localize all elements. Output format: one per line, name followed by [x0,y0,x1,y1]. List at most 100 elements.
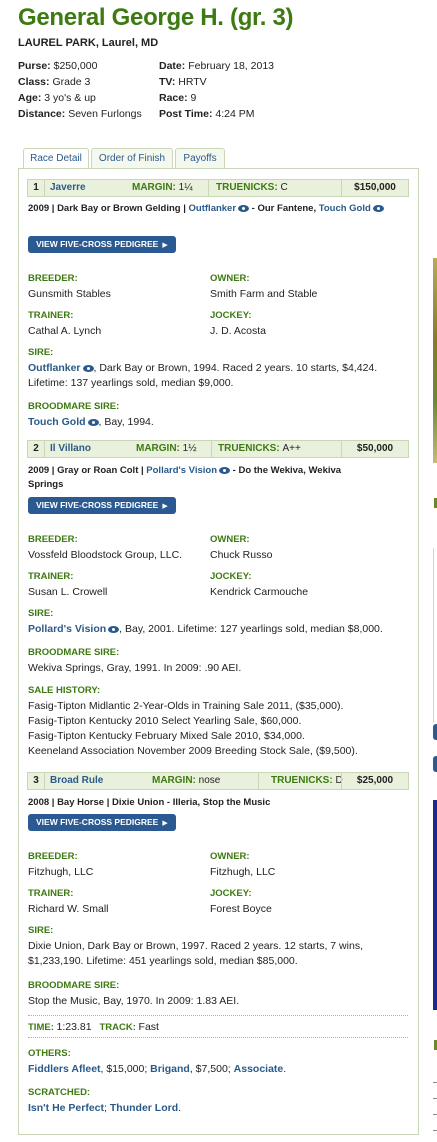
arrow-right-icon: ▶ [162,820,168,827]
divider [211,441,212,457]
horse-bar: 2 Il Villano MARGIN: 1½ TRUENICKS: A++ $… [27,440,409,458]
purse-earned: $50,000 [341,441,408,457]
sire-link[interactable]: Pollard's Vision [28,623,106,635]
trainer-value: Richard W. Small [28,903,109,915]
truenicks: TRUENICKS: D [271,775,343,786]
broodmare-sire-link[interactable]: Touch Gold [28,416,86,428]
broodmare-sire-label: BROODMARE SIRE: [28,980,120,991]
race-number-info: Race: 9 [159,92,197,104]
trainer-label: TRAINER: [28,310,74,321]
track-location: LAUREL PARK, Laurel, MD [18,37,159,49]
sidebar-panel [433,548,437,723]
track-condition: Fast [138,1021,159,1033]
eye-icon[interactable] [219,467,231,474]
finish-position: 2 [28,441,45,457]
purse-earned: $150,000 [341,180,408,196]
tab-payoffs[interactable]: Payoffs [175,148,225,169]
age-info: Age: 3 yo's & up [18,92,96,104]
others-label: OTHERS: [28,1048,71,1059]
final-time: 1:23.81 [56,1021,92,1033]
other-horse-link[interactable]: Fiddlers Afleet [28,1063,101,1075]
list-bullet [433,1082,437,1083]
sale-history-label: SALE HISTORY: [28,685,101,696]
horse-bar: 3 Broad Rule MARGIN: nose TRUENICKS: D $… [27,772,409,790]
tv-info: TV: HRTV [159,76,207,88]
other-horse-link[interactable]: Associate [234,1063,284,1075]
owner-label: OWNER: [210,534,250,545]
breeder-label: BREEDER: [28,273,78,284]
broodmare-sire-label: BROODMARE SIRE: [28,401,120,412]
eye-icon[interactable] [82,365,94,372]
eye-icon[interactable] [108,626,120,633]
owner-value: Fitzhugh, LLC [210,866,276,878]
scratched-horse-link[interactable]: Isn't He Perfect [28,1102,104,1114]
sire-details: Outflanker, Dark Bay or Brown, 1994. Rac… [28,362,378,389]
list-bullet [433,1114,437,1115]
eye-icon[interactable] [238,205,250,212]
view-pedigree-button[interactable]: VIEW FIVE-CROSS PEDIGREE ▶ [28,497,176,514]
sire-label: SIRE: [28,925,54,936]
truenicks: TRUENICKS: C [216,182,288,193]
class-info: Class: Grade 3 [18,76,91,88]
scratched-horse-link[interactable]: Thunder Lord [110,1102,178,1114]
finish-position: 3 [28,773,45,789]
sire-details: Dixie Union, Dark Bay or Brown, 1997. Ra… [28,940,363,967]
trainer-label: TRAINER: [28,571,74,582]
jockey-value: J. D. Acosta [210,325,267,337]
breeder-value: Vossfeld Bloodstock Group, LLC. [28,549,183,561]
sire-link[interactable]: Pollard's Vision [146,465,217,476]
sire-details: Pollard's Vision, Bay, 2001. Lifetime: 1… [28,623,383,635]
margin: MARGIN: nose [152,775,221,786]
distance-info: Distance: Seven Furlongs [18,108,142,120]
eye-icon[interactable] [87,419,99,426]
sire-link[interactable]: Outflanker [189,203,237,214]
race-result: TIME: 1:23.81 TRACK: Fast [28,1021,159,1033]
arrow-right-icon: ▶ [162,242,168,249]
horse-description: 2008 | Bay Horse | Dixie Union - Illeria… [28,797,271,808]
other-horse-link[interactable]: Brigand [150,1063,190,1075]
owner-label: OWNER: [210,273,250,284]
sidebar-ad [433,800,437,1010]
tab-order-of-finish[interactable]: Order of Finish [91,148,173,169]
horse-description: 2009 | Gray or Roan Colt | Pollard's Vis… [28,465,342,490]
view-pedigree-button[interactable]: VIEW FIVE-CROSS PEDIGREE ▶ [28,236,176,253]
trainer-value: Susan L. Crowell [28,586,108,598]
jockey-label: JOCKEY: [210,888,252,899]
jockey-value: Forest Boyce [210,903,272,915]
scratched-list: Isn't He Perfect; Thunder Lord. [28,1102,182,1114]
sidebar-edge [425,0,437,1142]
eye-icon[interactable] [372,205,384,212]
breeder-label: BREEDER: [28,851,78,862]
horse-name-link[interactable]: Javerre [50,182,86,193]
broodmare-sire-details: Stop the Music, Bay, 1970. In 2009: 1.83… [28,995,240,1007]
margin: MARGIN: 1½ [136,443,197,454]
horse-name-link[interactable]: Broad Rule [50,775,103,786]
sire-label: SIRE: [28,347,54,358]
broodmare-sire-details: Touch Gold, Bay, 1994. [28,416,154,428]
breeder-value: Gunsmith Stables [28,288,111,300]
broodmare-sire-details: Wekiva Springs, Gray, 1991. In 2009: .90… [28,662,242,674]
sire-link[interactable]: Outflanker [28,362,81,374]
tab-race-detail[interactable]: Race Detail [23,148,89,169]
broodmare-sire-link[interactable]: Touch Gold [319,203,371,214]
purse-info: Purse: $250,000 [18,60,98,72]
sale-history-list: Fasig-Tipton Midlantic 2-Year-Olds in Tr… [28,699,403,759]
post-time-info: Post Time: 4:24 PM [159,108,255,120]
view-pedigree-button[interactable]: VIEW FIVE-CROSS PEDIGREE ▶ [28,814,176,831]
truenicks: TRUENICKS: A++ [218,443,301,454]
horse-name-link[interactable]: Il Villano [50,443,91,454]
sidebar-button[interactable] [433,724,437,740]
page-title: General George H. (gr. 3) [18,4,294,31]
others-list: Fiddlers Afleet, $15,000; Brigand, $7,50… [28,1063,287,1075]
sale-entry: Keeneland Association November 2009 Bree… [28,745,358,757]
breeder-label: BREEDER: [28,534,78,545]
race-detail-panel: 1 Javerre MARGIN: 1¼ TRUENICKS: C $150,0… [18,168,419,1135]
trainer-value: Cathal A. Lynch [28,325,102,337]
purse-earned: $25,000 [341,773,408,789]
date-info: Date: February 18, 2013 [159,60,274,72]
margin: MARGIN: 1¼ [132,182,193,193]
divider [28,1015,408,1016]
broodmare-sire-label: BROODMARE SIRE: [28,647,120,658]
sale-entry: Fasig-Tipton Kentucky 2010 Select Yearli… [28,715,302,727]
sidebar-button[interactable] [433,756,437,772]
